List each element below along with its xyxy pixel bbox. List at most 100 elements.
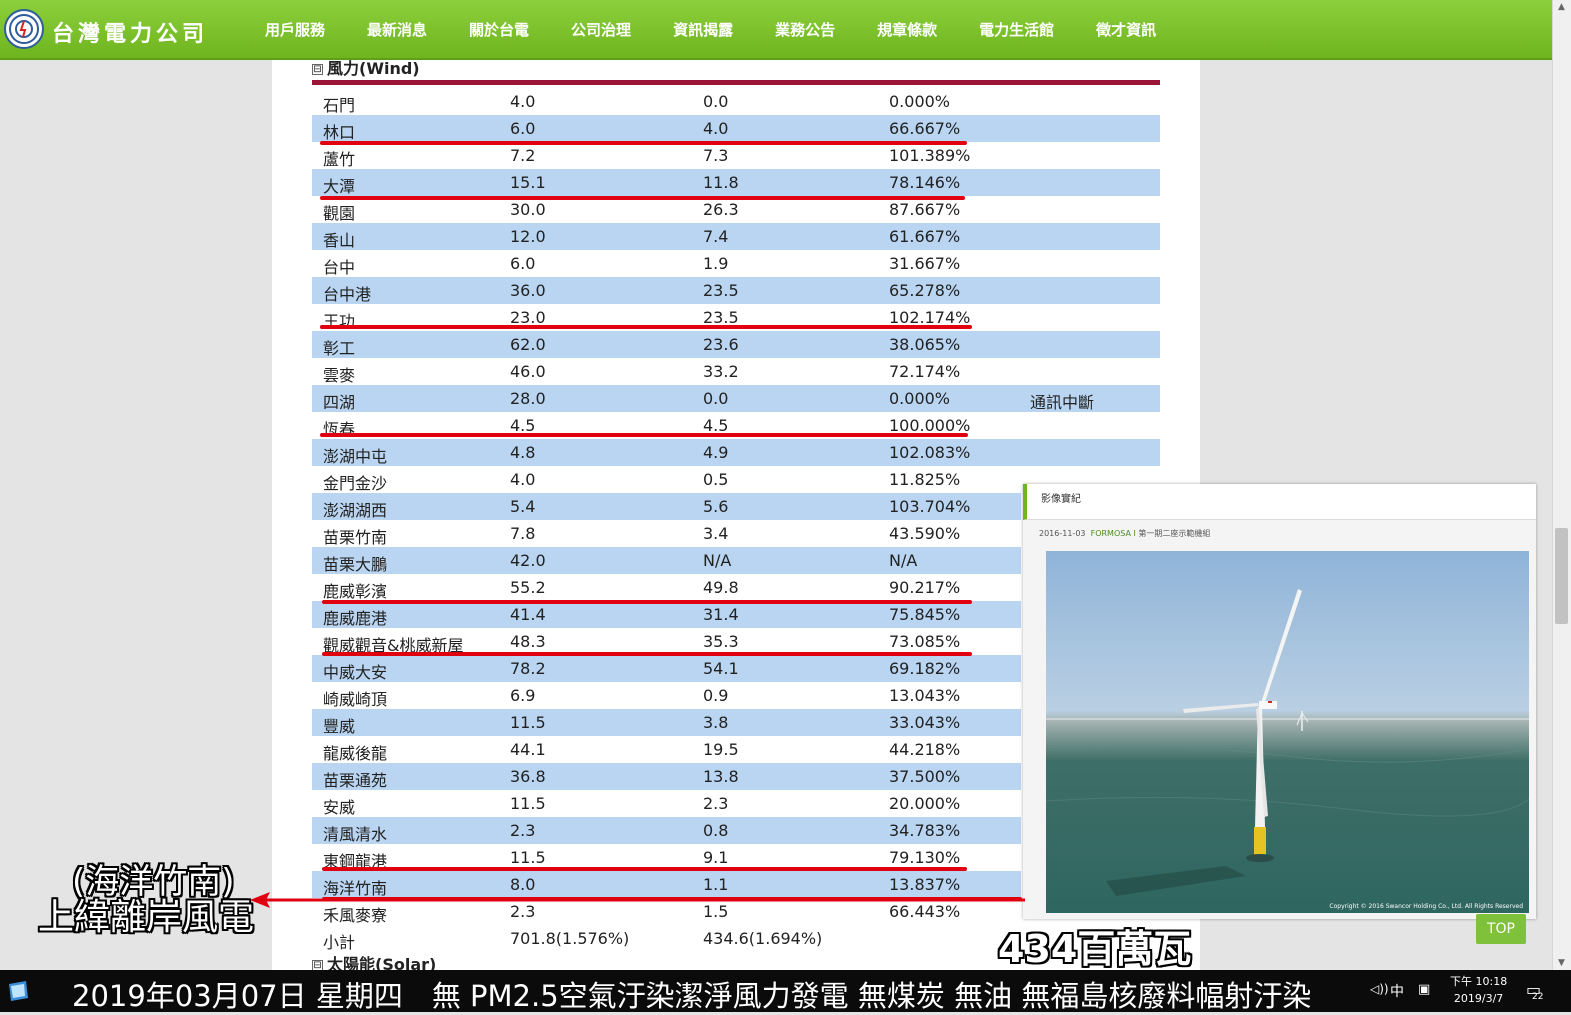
subtotal-capacity: 701.8(1.576%) bbox=[510, 929, 630, 948]
nav-item[interactable]: 用戶服務 bbox=[244, 0, 346, 60]
output-ratio: N/A bbox=[889, 551, 918, 570]
red-underline-mark bbox=[320, 433, 968, 437]
installed-capacity: 6.0 bbox=[510, 254, 536, 273]
annotation-offshore-wind: 上緯離岸風電 bbox=[38, 897, 255, 938]
table-row: 大潭 15.1 11.8 78.146% bbox=[312, 169, 1160, 196]
installed-capacity: 55.2 bbox=[510, 578, 546, 597]
plant-name: 林口 bbox=[323, 123, 356, 142]
table-row: 台中 6.0 1.9 31.667% bbox=[312, 250, 1160, 277]
output-ratio: 31.667% bbox=[889, 254, 961, 273]
installed-capacity: 11.5 bbox=[510, 848, 546, 867]
net-output: 7.4 bbox=[703, 227, 729, 246]
nav-item[interactable]: 公司治理 bbox=[550, 0, 652, 60]
installed-capacity: 12.0 bbox=[510, 227, 546, 246]
red-underline-mark bbox=[322, 652, 972, 656]
output-ratio: 11.825% bbox=[889, 470, 961, 489]
installed-capacity: 44.1 bbox=[510, 740, 546, 759]
output-ratio: 43.590% bbox=[889, 524, 961, 543]
nav-item[interactable]: 資訊揭露 bbox=[652, 0, 754, 72]
installed-capacity: 7.8 bbox=[510, 524, 536, 543]
nav-item[interactable]: 關於台電 bbox=[448, 0, 550, 60]
scroll-up-arrow-icon[interactable]: ▲ bbox=[1558, 2, 1565, 12]
net-output: 9.1 bbox=[703, 848, 729, 867]
installed-capacity: 78.2 bbox=[510, 659, 546, 678]
output-ratio: 103.704% bbox=[889, 497, 971, 516]
table-row: 四湖 28.0 0.0 0.000% 通訊中斷 bbox=[312, 385, 1160, 412]
back-to-top-button[interactable]: TOP bbox=[1476, 914, 1526, 944]
logo-text[interactable]: 台灣電力公司 bbox=[52, 16, 208, 48]
red-underline-mark bbox=[320, 141, 967, 145]
net-output: 49.8 bbox=[703, 578, 739, 597]
installed-capacity: 41.4 bbox=[510, 605, 546, 624]
nav-item[interactable]: 規章條款 bbox=[856, 0, 958, 60]
wind-turbine-photo[interactable]: Copyright © 2016 Swancor Holding Co., Lt… bbox=[1046, 551, 1529, 913]
net-output: 0.0 bbox=[703, 389, 729, 408]
page-scrollbar[interactable]: ▲ ▼ bbox=[1552, 0, 1571, 970]
net-output: 19.5 bbox=[703, 740, 739, 759]
table-row: 石門 4.0 0.0 0.000% bbox=[312, 88, 1160, 115]
net-output: 7.3 bbox=[703, 146, 729, 165]
installed-capacity: 4.0 bbox=[510, 470, 536, 489]
output-ratio: 90.217% bbox=[889, 578, 961, 597]
speaker-icon[interactable]: ◁)) bbox=[1370, 982, 1389, 996]
collapse-toggle-icon[interactable]: ⊟ bbox=[312, 64, 323, 75]
installed-capacity: 6.9 bbox=[510, 686, 536, 705]
nav-item[interactable]: 徵才資訊 bbox=[1075, 0, 1177, 60]
installed-capacity: 7.2 bbox=[510, 146, 536, 165]
net-output: 5.6 bbox=[703, 497, 729, 516]
plant-name: 鹿威彰濱 bbox=[323, 582, 388, 601]
installed-capacity: 62.0 bbox=[510, 335, 546, 354]
table-row: 蘆竹 7.2 7.3 101.389% bbox=[312, 142, 1160, 169]
plant-name: 觀園 bbox=[323, 204, 356, 223]
plant-name: 安威 bbox=[323, 798, 356, 817]
installed-capacity: 2.3 bbox=[510, 821, 536, 840]
plant-name: 四湖 bbox=[323, 393, 356, 412]
output-ratio: 79.130% bbox=[889, 848, 961, 867]
net-output: 23.5 bbox=[703, 281, 739, 300]
installed-capacity: 36.0 bbox=[510, 281, 546, 300]
scroll-thumb[interactable] bbox=[1555, 528, 1568, 624]
plant-name: 苗栗通苑 bbox=[323, 771, 388, 790]
output-ratio: 65.278% bbox=[889, 281, 961, 300]
net-output: 35.3 bbox=[703, 632, 739, 651]
taipower-logo-icon[interactable] bbox=[4, 9, 44, 49]
nav-item[interactable]: 業務公告 bbox=[754, 0, 856, 60]
nav-item[interactable]: 最新消息 bbox=[346, 0, 448, 60]
installed-capacity: 28.0 bbox=[510, 389, 546, 408]
table-row: 台中港 36.0 23.5 65.278% bbox=[312, 277, 1160, 304]
plant-name: 石門 bbox=[323, 96, 356, 115]
table-row: 林口 6.0 4.0 66.667% bbox=[312, 115, 1160, 142]
system-clock[interactable]: 下午 10:18 2019/3/7 bbox=[1450, 973, 1507, 1007]
net-output: 3.8 bbox=[703, 713, 729, 732]
photo-caption[interactable]: 2016-11-03 FORMOSA I 第一期二座示範機組 bbox=[1039, 528, 1210, 539]
nav-item[interactable]: 電力生活館 bbox=[958, 0, 1075, 60]
net-output: 0.0 bbox=[703, 92, 729, 111]
annotation-total-output: 434百萬瓦 bbox=[998, 927, 1192, 971]
plant-name: 金門金沙 bbox=[323, 474, 388, 493]
output-ratio: 78.146% bbox=[889, 173, 961, 192]
ime-indicator[interactable]: 中 bbox=[1390, 981, 1404, 1001]
installed-capacity: 42.0 bbox=[510, 551, 546, 570]
plant-name: 香山 bbox=[323, 231, 356, 250]
red-underline-mark bbox=[320, 196, 965, 200]
keyboard-icon[interactable]: ▣ bbox=[1418, 982, 1430, 997]
news-ticker: 2019年03月07日 星期四 無 PM2.5空氣汙染潔淨風力發電 無煤炭 無油… bbox=[72, 979, 1312, 1013]
output-ratio: 69.182% bbox=[889, 659, 961, 678]
plant-name: 雲麥 bbox=[323, 366, 356, 385]
photo-title-bar: 影像實紀 bbox=[1023, 484, 1536, 520]
plant-name: 蘆竹 bbox=[323, 150, 356, 169]
net-output: 33.2 bbox=[703, 362, 739, 381]
wind-section-title: 風力(Wind) bbox=[327, 59, 420, 78]
output-ratio: 101.389% bbox=[889, 146, 971, 165]
table-row: 彰工 62.0 23.6 38.065% bbox=[312, 331, 1160, 358]
table-row: 中威大安 78.2 54.1 69.182% bbox=[312, 655, 1021, 682]
net-output: 0.5 bbox=[703, 470, 729, 489]
table-row: 苗栗通苑 36.8 13.8 37.500% bbox=[312, 763, 1021, 790]
output-ratio: 44.218% bbox=[889, 740, 961, 759]
output-ratio: 102.083% bbox=[889, 443, 971, 462]
windows-taskbar: 2019年03月07日 星期四 無 PM2.5空氣汙染潔淨風力發電 無煤炭 無油… bbox=[0, 970, 1571, 1013]
output-ratio: 61.667% bbox=[889, 227, 961, 246]
start-button-icon[interactable] bbox=[6, 980, 30, 1002]
net-output: 4.0 bbox=[703, 119, 729, 138]
scroll-down-arrow-icon[interactable]: ▼ bbox=[1558, 958, 1565, 968]
